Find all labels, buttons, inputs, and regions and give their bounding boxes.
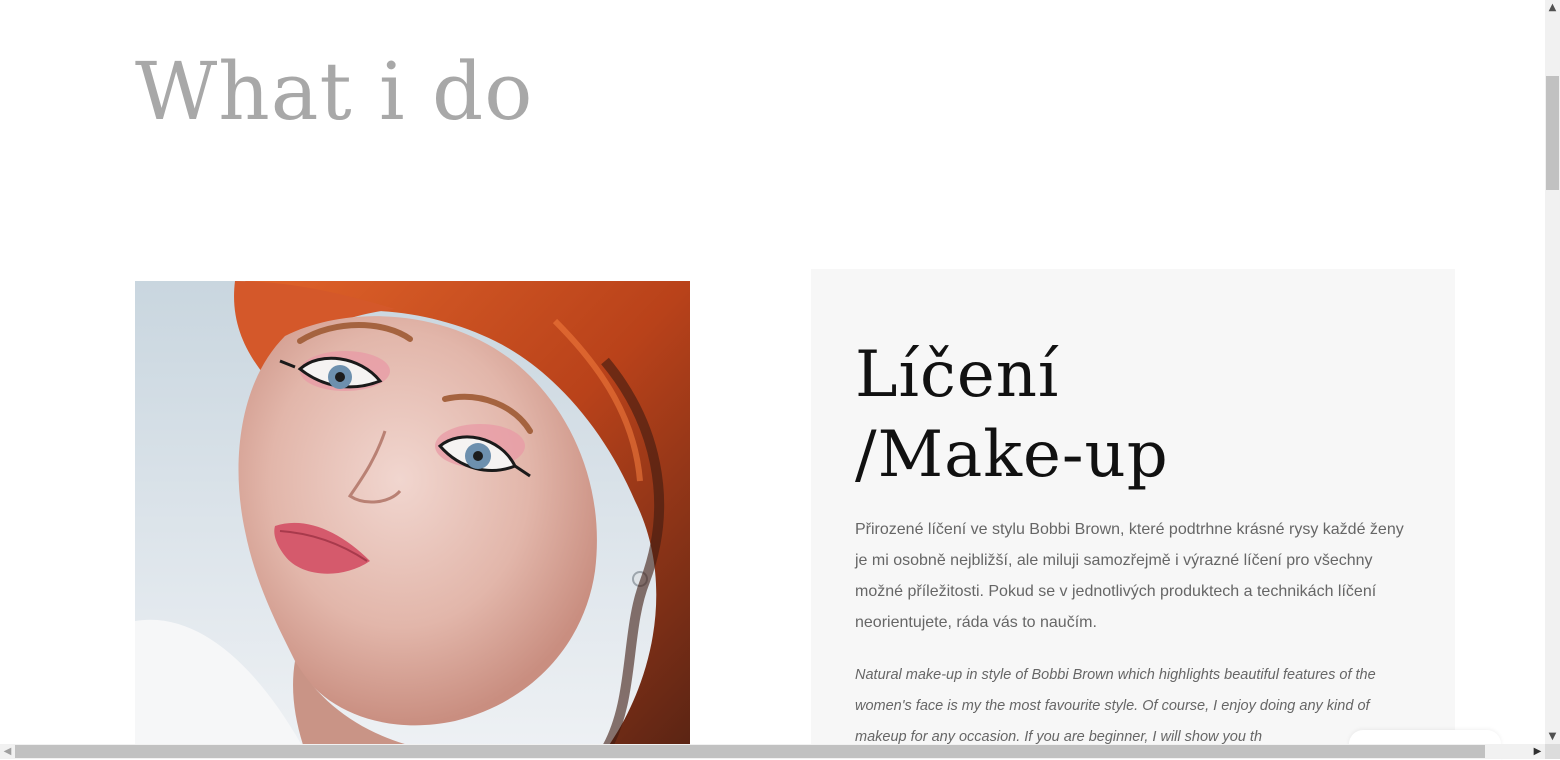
scrollbar-corner bbox=[1545, 744, 1560, 759]
service-title-line2: /Make-up bbox=[855, 418, 1169, 492]
horizontal-scrollbar[interactable]: ◀ ▶ bbox=[0, 744, 1545, 759]
chevron-up-icon[interactable]: ▲ bbox=[1545, 0, 1560, 15]
vertical-scrollbar[interactable]: ▲ ▼ bbox=[1545, 0, 1560, 744]
chevron-right-icon[interactable]: ▶ bbox=[1530, 744, 1545, 759]
vertical-scrollbar-thumb[interactable] bbox=[1546, 76, 1559, 190]
chevron-left-icon[interactable]: ◀ bbox=[0, 744, 15, 759]
chevron-down-icon[interactable]: ▼ bbox=[1545, 729, 1560, 744]
horizontal-scrollbar-thumb[interactable] bbox=[15, 745, 1485, 758]
section-title: What i do bbox=[135, 45, 534, 138]
service-title-line1: Líčení bbox=[855, 338, 1060, 412]
service-title: Líčení /Make-up bbox=[855, 335, 1169, 495]
service-description-en: Natural make-up in style of Bobbi Brown … bbox=[855, 667, 1376, 744]
makeup-model-photo bbox=[135, 281, 690, 744]
service-card-makeup: Líčení /Make-up Přirozené líčení ve styl… bbox=[811, 269, 1455, 744]
service-description-cz: Přirozené líčení ve stylu Bobbi Brown, k… bbox=[855, 521, 1404, 631]
page-viewport: What i do Líčení /Make-up Přirozené líče… bbox=[0, 0, 1545, 744]
